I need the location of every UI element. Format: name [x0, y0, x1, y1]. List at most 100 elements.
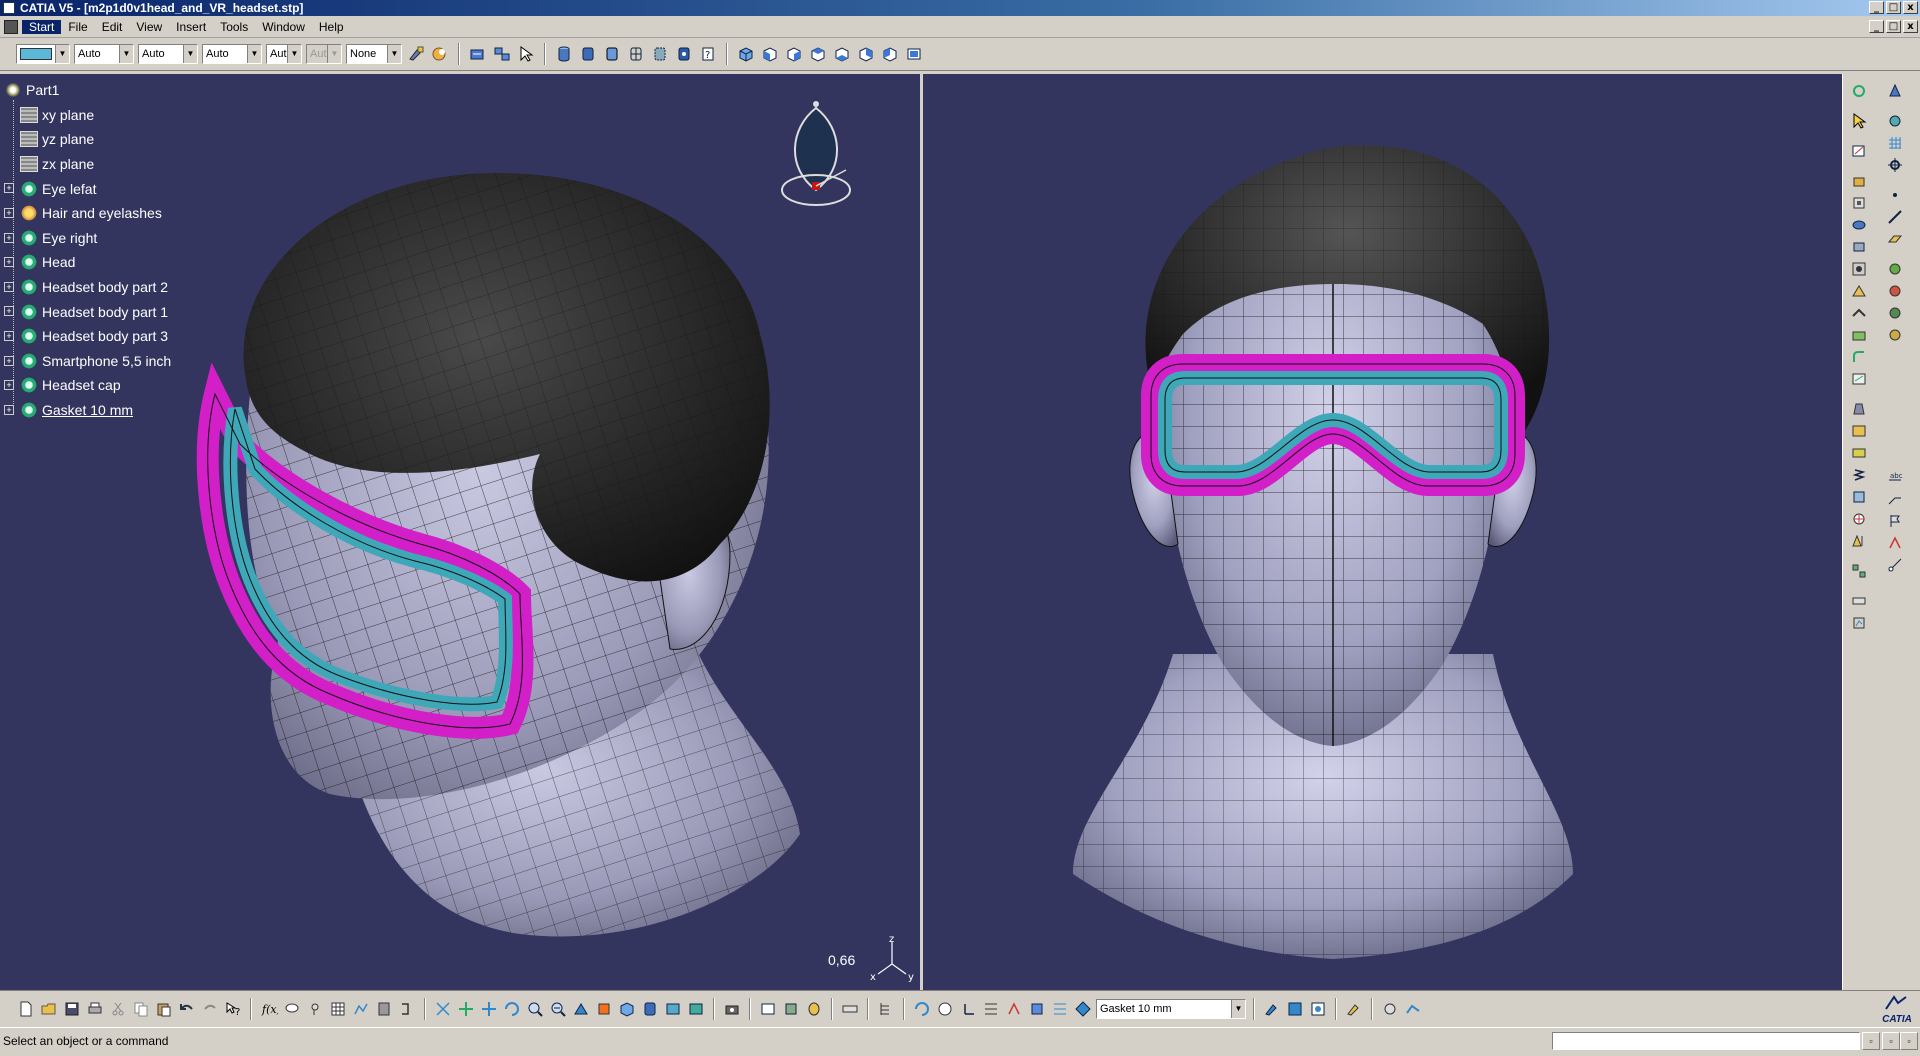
formula-icon[interactable]: f(x)	[259, 999, 279, 1019]
normal-view-icon[interactable]	[571, 999, 591, 1019]
tree-item-eye-lefat[interactable]: + Eye lefat	[4, 176, 171, 201]
cut-icon[interactable]	[108, 999, 128, 1019]
tree-toggle-icon[interactable]	[876, 999, 896, 1019]
tree-item-headset-body-part-3[interactable]: + Headset body part 3	[4, 324, 171, 349]
shading-edges-icon[interactable]	[602, 44, 622, 64]
fly-mode-icon[interactable]	[468, 44, 488, 64]
front-view-icon[interactable]	[760, 44, 780, 64]
custom-view-icon[interactable]: ?	[698, 44, 718, 64]
dimension-icon[interactable]	[1883, 554, 1907, 576]
tree-item-eye-right[interactable]: + Eye right	[4, 226, 171, 251]
compass-tool-icon[interactable]	[1883, 80, 1907, 102]
maximize-button[interactable]: □	[1886, 1, 1901, 14]
draft-icon[interactable]	[1847, 398, 1871, 420]
boolean-intersect-icon[interactable]	[1883, 302, 1907, 324]
menu-help[interactable]: Help	[312, 20, 351, 34]
doc-close-button[interactable]: x	[1903, 20, 1918, 33]
left-view-icon[interactable]	[808, 44, 828, 64]
thickness-icon[interactable]	[1847, 442, 1871, 464]
catalog-icon[interactable]	[374, 999, 394, 1019]
text-with-leader-icon[interactable]	[1883, 488, 1907, 510]
constraint-display-icon[interactable]	[981, 999, 1001, 1019]
boolean-add-icon[interactable]	[1883, 258, 1907, 280]
bottom-view-icon[interactable]	[880, 44, 900, 64]
measure-between-icon[interactable]	[840, 999, 860, 1019]
open-folder-icon[interactable]	[39, 999, 59, 1019]
expand-icon[interactable]: +	[4, 232, 14, 243]
apply-material-icon[interactable]	[1262, 999, 1282, 1019]
scene-icon[interactable]	[1308, 999, 1328, 1019]
law-icon[interactable]	[351, 999, 371, 1019]
hole-icon[interactable]	[1847, 258, 1871, 280]
tree-item-xy-plane[interactable]: xy plane	[4, 103, 171, 128]
sketch-icon[interactable]	[1847, 140, 1871, 162]
menu-view[interactable]: View	[129, 20, 169, 34]
shell-icon[interactable]	[1847, 420, 1871, 442]
annotation-icon[interactable]: abc	[1883, 466, 1907, 488]
expand-icon[interactable]: +	[4, 330, 14, 341]
expand-icon[interactable]: +	[4, 183, 14, 194]
line-icon[interactable]	[1883, 206, 1907, 228]
chamfer-icon[interactable]	[1847, 368, 1871, 390]
knowledge-icon[interactable]	[305, 999, 325, 1019]
hand-tool-icon[interactable]	[935, 999, 955, 1019]
status-button-2[interactable]: ▫	[1882, 1032, 1900, 1050]
layer-select[interactable]: None ▼	[346, 44, 402, 64]
transformation-icon[interactable]	[1847, 508, 1871, 530]
loft-icon[interactable]	[1847, 324, 1871, 346]
menu-window[interactable]: Window	[255, 20, 312, 34]
tree-item-headset-body-part-2[interactable]: + Headset body part 2	[4, 275, 171, 300]
tree-item-head[interactable]: + Head	[4, 250, 171, 275]
workbench-switch-icon[interactable]	[1380, 999, 1400, 1019]
head-model-front-view[interactable]	[923, 74, 1842, 990]
cylinder-icon[interactable]	[554, 44, 574, 64]
back-view-icon[interactable]	[784, 44, 804, 64]
boolean-remove-icon[interactable]	[1883, 280, 1907, 302]
analysis-icon[interactable]	[1847, 612, 1871, 634]
shading-icon[interactable]	[578, 44, 598, 64]
shaft-icon[interactable]	[1847, 214, 1871, 236]
multi-view-icon[interactable]	[492, 44, 512, 64]
expand-icon[interactable]: +	[4, 306, 14, 317]
select-arrow-icon[interactable]	[1847, 110, 1871, 132]
mirror-icon[interactable]	[1847, 530, 1871, 552]
redo-icon[interactable]	[200, 999, 220, 1019]
update-icon[interactable]	[912, 999, 932, 1019]
view-rotate-icon[interactable]	[502, 999, 522, 1019]
left-3d-viewport[interactable]: Part1 xy plane yz plane zx plane + Eye l…	[0, 74, 920, 990]
iso-view-bottom-icon[interactable]	[617, 999, 637, 1019]
pad-icon[interactable]	[1847, 170, 1871, 192]
thread-icon[interactable]	[1847, 464, 1871, 486]
insert-geometrical-set-icon[interactable]	[804, 999, 824, 1019]
wireframe-icon[interactable]	[626, 44, 646, 64]
hide-show-icon[interactable]	[663, 999, 683, 1019]
render-image-icon[interactable]	[1285, 999, 1305, 1019]
measure-icon[interactable]	[1847, 590, 1871, 612]
status-button-1[interactable]: ▫	[1862, 1032, 1880, 1050]
sketcher-icon[interactable]	[1847, 80, 1871, 102]
expand-icon[interactable]: +	[4, 404, 14, 415]
plane-tool-icon[interactable]	[1883, 228, 1907, 250]
named-views-icon[interactable]	[904, 44, 924, 64]
doc-restore-button[interactable]: □	[1886, 20, 1901, 33]
expand-icon[interactable]: +	[4, 281, 14, 292]
remove-face-icon[interactable]	[1847, 486, 1871, 508]
document-icon[interactable]	[4, 19, 18, 34]
line-thickness-select[interactable]: Auto ▼	[138, 44, 198, 64]
grid-icon[interactable]	[1883, 132, 1907, 154]
capture-icon[interactable]	[722, 999, 742, 1019]
scan-icon[interactable]	[1050, 999, 1070, 1019]
copy-icon[interactable]	[131, 999, 151, 1019]
quick-view-icon[interactable]	[594, 999, 614, 1019]
menu-edit[interactable]: Edit	[95, 20, 130, 34]
compass-widget[interactable]	[780, 98, 852, 208]
comment-icon[interactable]	[282, 999, 302, 1019]
status-button-3[interactable]: ▫	[1900, 1032, 1918, 1050]
linetype-select[interactable]: Auto ▼	[202, 44, 262, 64]
flag-note-icon[interactable]	[1883, 510, 1907, 532]
expand-icon[interactable]: +	[4, 207, 14, 218]
format-painter-icon[interactable]	[406, 44, 426, 64]
publication-icon[interactable]	[1883, 110, 1907, 132]
zoom-out-icon[interactable]	[548, 999, 568, 1019]
tree-item-headset-cap[interactable]: + Headset cap	[4, 373, 171, 398]
